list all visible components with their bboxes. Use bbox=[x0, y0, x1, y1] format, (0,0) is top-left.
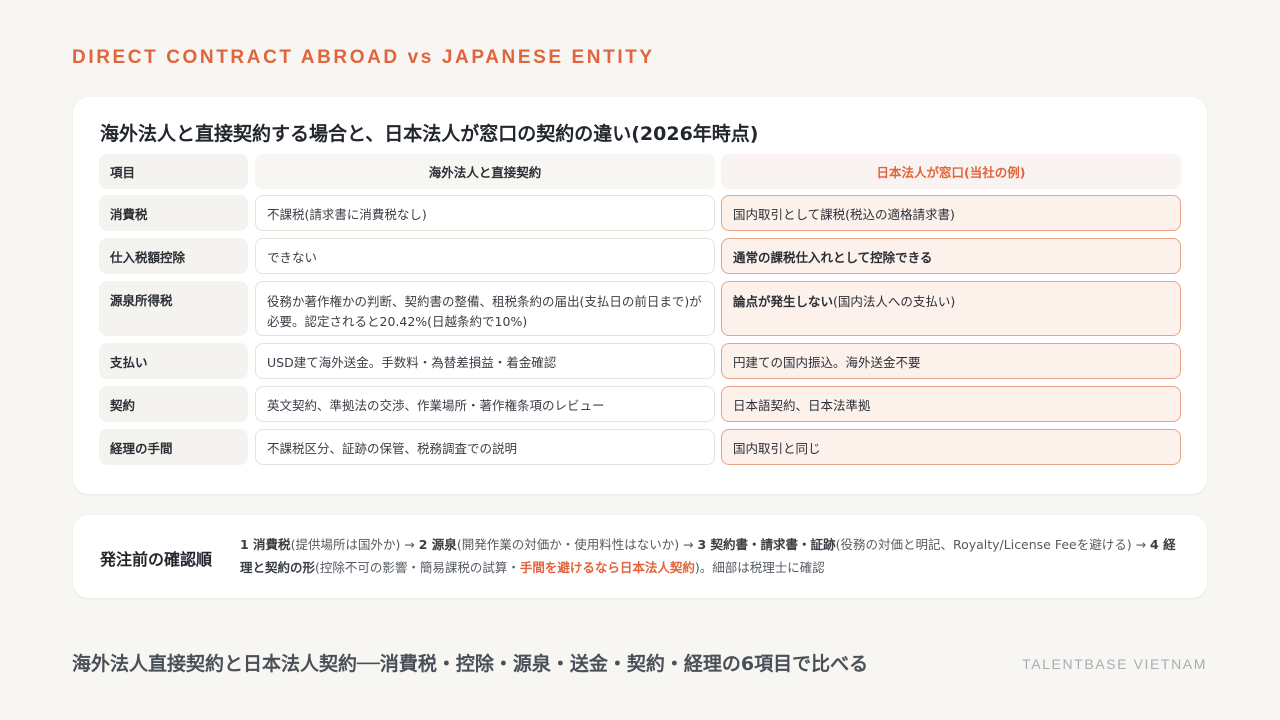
row-direct-accounting: 不課税区分、証跡の保管、税務調査での説明 bbox=[255, 429, 715, 465]
row-japan-accounting: 国内取引と同じ bbox=[721, 429, 1181, 465]
step-2-label: 2 源泉 bbox=[418, 537, 457, 552]
step-4-text: (控除不可の影響・簡易課税の試算・ bbox=[315, 560, 520, 575]
row-label-consumption-tax: 消費税 bbox=[99, 195, 248, 231]
row-japan-bold: 通常の課税仕入れとして控除できる bbox=[733, 249, 933, 265]
step-2-text: (開発作業の対価か・使用料性はないか) → bbox=[456, 537, 698, 552]
row-japan-payment: 円建ての国内振込。海外送金不要 bbox=[721, 343, 1181, 379]
row-japan-text: 国内取引として課税(税込の適格請求書) bbox=[733, 206, 955, 222]
row-label-contract: 契約 bbox=[99, 386, 248, 422]
row-japan-text: 円建ての国内振込。海外送金不要 bbox=[733, 354, 921, 370]
comparison-title: 海外法人と直接契約する場合と、日本法人が窓口の契約の違い(2026年時点) bbox=[100, 123, 759, 145]
row-direct-withholding-tax: 役務か著作権かの判断、契約書の整備、租税条約の届出(支払日の前日まで)が必要。認… bbox=[255, 281, 715, 336]
recommendation-highlight: 手間を避けるなら日本法人契約 bbox=[519, 560, 695, 575]
row-japan-contract: 日本語契約、日本法準拠 bbox=[721, 386, 1181, 422]
step-1-label: 1 消費税 bbox=[240, 537, 291, 552]
row-label-withholding-tax: 源泉所得税 bbox=[99, 281, 248, 336]
row-japan-input-tax-credit: 通常の課税仕入れとして控除できる bbox=[721, 238, 1181, 274]
row-label-payment: 支払い bbox=[99, 343, 248, 379]
checklist-card: 発注前の確認順 1 消費税(提供場所は国外か) → 2 源泉(開発作業の対価か・… bbox=[73, 515, 1207, 598]
header-direct: 海外法人と直接契約 bbox=[255, 154, 715, 189]
step-1-text: (提供場所は国外か) → bbox=[290, 537, 419, 552]
eyebrow-title: DIRECT CONTRACT ABROAD vs JAPANESE ENTIT… bbox=[72, 47, 655, 68]
row-direct-contract: 英文契約、準拠法の交渉、作業場所・著作権条項のレビュー bbox=[255, 386, 715, 422]
step-3-text: (役務の対価と明記、Royalty/License Feeを避ける) → bbox=[835, 537, 1151, 552]
checklist-title: 発注前の確認順 bbox=[100, 550, 213, 569]
checklist-steps: 1 消費税(提供場所は国外か) → 2 源泉(開発作業の対価か・使用料性はないか… bbox=[240, 533, 1180, 579]
checklist-tail: )。細部は税理士に確認 bbox=[694, 560, 825, 575]
row-label-accounting: 経理の手間 bbox=[99, 429, 248, 465]
header-item: 項目 bbox=[99, 154, 248, 189]
row-japan-withholding-tax: 論点が発生しない(国内法人への支払い) bbox=[721, 281, 1181, 336]
row-japan-text: (国内法人への支払い) bbox=[833, 294, 956, 309]
brand-logo-text: TALENTBASE VIETNAM bbox=[1022, 656, 1207, 672]
row-japan-bold: 論点が発生しない bbox=[733, 294, 834, 309]
row-direct-payment: USD建て海外送金。手数料・為替差損益・着金確認 bbox=[255, 343, 715, 379]
comparison-card: 海外法人と直接契約する場合と、日本法人が窓口の契約の違い(2026年時点) 項目… bbox=[73, 97, 1207, 494]
step-3-label: 3 契約書・請求書・証跡 bbox=[697, 537, 836, 552]
header-japan: 日本法人が窓口(当社の例) bbox=[721, 154, 1181, 189]
row-japan-text: 国内取引と同じ bbox=[733, 440, 821, 456]
row-label-input-tax-credit: 仕入税額控除 bbox=[99, 238, 248, 274]
row-direct-input-tax-credit: できない bbox=[255, 238, 715, 274]
row-japan-text: 日本語契約、日本法準拠 bbox=[733, 397, 871, 413]
row-direct-consumption-tax: 不課税(請求書に消費税なし) bbox=[255, 195, 715, 231]
row-japan-consumption-tax: 国内取引として課税(税込の適格請求書) bbox=[721, 195, 1181, 231]
footer-caption: 海外法人直接契約と日本法人契約──消費税・控除・源泉・送金・契約・経理の6項目で… bbox=[72, 653, 869, 675]
